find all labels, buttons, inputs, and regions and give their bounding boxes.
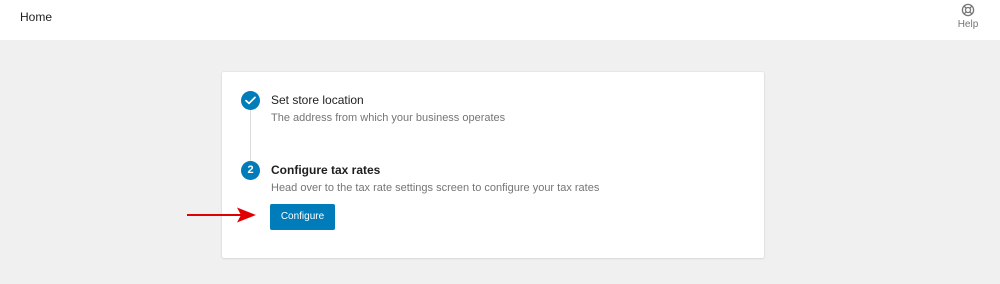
step-description: The address from which your business ope…: [271, 112, 506, 124]
help-button[interactable]: Help: [948, 3, 988, 37]
task-card: Set store location The address from whic…: [222, 72, 764, 258]
step-description: Head over to the tax rate settings scree…: [271, 182, 600, 194]
step-number-marker: 2: [241, 161, 260, 180]
help-label: Help: [957, 19, 979, 30]
configure-button[interactable]: Configure: [270, 204, 335, 230]
step-completed-marker: [241, 91, 260, 110]
red-arrow-icon: [186, 206, 258, 229]
top-bar: Home Help: [0, 0, 1000, 40]
page-title: Home: [20, 10, 53, 24]
step-title: Configure tax rates: [271, 163, 381, 177]
step-title: Set store location: [271, 93, 364, 107]
step-connector-line: [250, 110, 251, 161]
help-icon: [948, 3, 988, 17]
